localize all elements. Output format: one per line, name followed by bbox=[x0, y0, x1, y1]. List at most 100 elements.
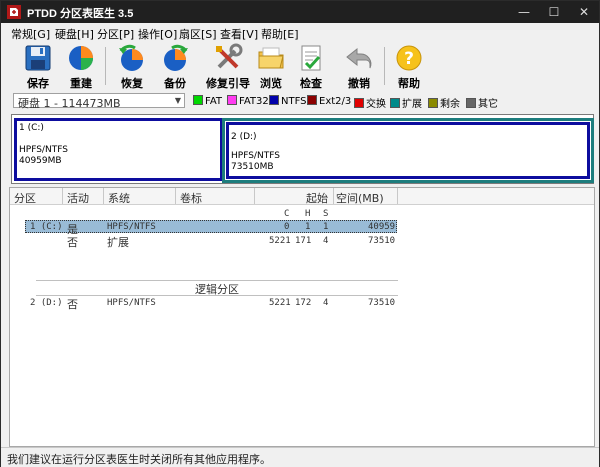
table-row[interactable] bbox=[25, 296, 397, 309]
row-c: 5221 bbox=[269, 236, 291, 246]
menu-disk[interactable]: 硬盘[H] bbox=[55, 26, 94, 42]
menu-partition[interactable]: 分区[P] bbox=[97, 26, 134, 42]
subheader-s: S bbox=[323, 209, 329, 219]
disk-select-value: 硬盘 1 - 114473MB bbox=[18, 97, 121, 110]
legend-extended: 扩展 bbox=[390, 95, 422, 110]
partition-table: 分区 活动 系统 卷标 起始 空间(MB) C H S 1 (C:) 是 HPF… bbox=[9, 187, 595, 447]
row-s: 4 bbox=[323, 236, 329, 246]
toolbar: 保存 重建 恢复 备份 修复引导 浏览 检查 撤销 ? 帮助 bbox=[1, 41, 599, 91]
logical-partition-header: 逻辑分区 bbox=[36, 280, 398, 296]
table-header: 分区 活动 系统 卷标 起始 空间(MB) bbox=[10, 188, 594, 205]
menu-sector[interactable]: 扇区[S] bbox=[179, 26, 217, 42]
menu-help[interactable]: 帮助[E] bbox=[261, 26, 299, 42]
legend-other: 其它 bbox=[466, 95, 498, 110]
row-space: 73510 bbox=[368, 236, 396, 246]
menu-operation[interactable]: 操作[O] bbox=[138, 26, 177, 42]
svg-text:?: ? bbox=[404, 49, 414, 69]
check-doc-icon bbox=[301, 45, 321, 71]
row-partition: 2 (D:) bbox=[30, 298, 63, 308]
partition-title: 2 (D:) bbox=[231, 132, 257, 142]
dropdown-arrow-icon[interactable]: ▼ bbox=[172, 94, 184, 107]
partition-size: 73510MB bbox=[231, 162, 274, 172]
help-label: 帮助 bbox=[398, 77, 420, 90]
row-active: 否 bbox=[67, 236, 78, 249]
row-h: 1 bbox=[305, 222, 311, 232]
row-s: 1 bbox=[323, 222, 329, 232]
legend-swatch bbox=[390, 98, 400, 108]
legend-swatch bbox=[428, 98, 438, 108]
col-system[interactable]: 系统 bbox=[108, 190, 130, 206]
legend-swatch bbox=[354, 98, 364, 108]
floppy-icon bbox=[25, 45, 51, 71]
row-h: 171 bbox=[295, 236, 312, 246]
folder-icon bbox=[258, 47, 284, 69]
row-c: 5221 bbox=[269, 298, 291, 308]
partition-block-c[interactable]: 1 (C:) HPFS/NTFS 40959MB bbox=[14, 118, 223, 181]
backup-label: 备份 bbox=[164, 77, 186, 90]
subheader-c: C bbox=[284, 209, 290, 219]
check-button[interactable]: 检查 bbox=[287, 43, 335, 90]
help-icon: ? bbox=[396, 45, 422, 71]
row-space: 40959 bbox=[368, 222, 396, 232]
minimize-button[interactable]: — bbox=[509, 1, 539, 23]
legend-swatch bbox=[307, 95, 317, 105]
column-divider[interactable] bbox=[333, 188, 334, 204]
column-divider[interactable] bbox=[175, 188, 176, 204]
column-divider[interactable] bbox=[103, 188, 104, 204]
legend-swatch bbox=[193, 95, 203, 105]
row-s: 4 bbox=[323, 298, 329, 308]
window-title: PTDD 分区表医生 3.5 bbox=[27, 8, 134, 20]
disk-bar: 硬盘 1 - 114473MB ▼ FAT FAT32 NTFS Ext2/3 … bbox=[1, 91, 599, 111]
partition-fs: HPFS/NTFS bbox=[231, 151, 280, 161]
menu-bar: 常规[G] 硬盘[H] 分区[P] 操作[O] 扇区[S] 查看[V] 帮助[E… bbox=[1, 23, 599, 41]
legend-fat32: FAT32 bbox=[227, 95, 269, 107]
table-row-selected[interactable] bbox=[25, 220, 397, 233]
row-h: 172 bbox=[295, 298, 312, 308]
col-active[interactable]: 活动 bbox=[67, 190, 89, 206]
column-divider[interactable] bbox=[397, 188, 398, 204]
row-system: HPFS/NTFS bbox=[107, 298, 156, 308]
menu-view[interactable]: 查看[V] bbox=[220, 26, 258, 42]
app-window: PTDD 分区表医生 3.5 — ☐ ✕ 常规[G] 硬盘[H] 分区[P] 操… bbox=[0, 0, 600, 467]
row-space: 73510 bbox=[368, 298, 396, 308]
disk-map: 1 (C:) HPFS/NTFS 40959MB 2 (D:) HPFS/NTF… bbox=[11, 114, 594, 184]
legend-swatch bbox=[466, 98, 476, 108]
subheader-h: H bbox=[305, 209, 311, 219]
partition-fs: HPFS/NTFS bbox=[19, 145, 68, 155]
legend-ext: Ext2/3 bbox=[307, 95, 351, 107]
app-icon bbox=[7, 5, 21, 19]
legend-swatch bbox=[269, 95, 279, 105]
status-bar: 我们建议在运行分区表医生时关闭所有其他应用程序。 bbox=[1, 447, 599, 467]
status-text: 我们建议在运行分区表医生时关闭所有其他应用程序。 bbox=[7, 453, 271, 466]
legend-free: 剩余 bbox=[428, 95, 460, 110]
row-system: HPFS/NTFS bbox=[107, 222, 156, 232]
maximize-button[interactable]: ☐ bbox=[539, 1, 569, 23]
legend-swatch bbox=[227, 95, 237, 105]
undo-button[interactable]: 撤销 bbox=[335, 43, 383, 90]
col-label[interactable]: 卷标 bbox=[180, 190, 202, 206]
row-system: 扩展 bbox=[107, 236, 129, 249]
column-divider[interactable] bbox=[62, 188, 63, 204]
col-start[interactable]: 起始 bbox=[306, 190, 328, 206]
col-partition[interactable]: 分区 bbox=[14, 190, 36, 206]
extended-partition-block[interactable]: 2 (D:) HPFS/NTFS 73510MB bbox=[222, 118, 594, 183]
help-button[interactable]: ? 帮助 bbox=[385, 43, 433, 90]
backup-button[interactable]: 备份 bbox=[151, 43, 199, 90]
logical-partition-title: 逻辑分区 bbox=[195, 283, 239, 296]
partition-title: 1 (C:) bbox=[19, 123, 44, 133]
close-button[interactable]: ✕ bbox=[569, 1, 599, 23]
title-bar[interactable]: PTDD 分区表医生 3.5 — ☐ ✕ bbox=[1, 1, 599, 23]
menu-general[interactable]: 常规[G] bbox=[11, 26, 50, 42]
rebuild-button[interactable]: 重建 bbox=[57, 43, 105, 90]
tools-icon bbox=[216, 43, 243, 69]
column-divider[interactable] bbox=[254, 188, 255, 204]
legend-swap: 交换 bbox=[354, 95, 386, 110]
backup-icon bbox=[164, 44, 188, 71]
row-active: 否 bbox=[67, 298, 78, 311]
legend-ntfs: NTFS bbox=[269, 95, 307, 107]
col-space[interactable]: 空间(MB) bbox=[336, 190, 384, 206]
partition-block-d[interactable]: 2 (D:) HPFS/NTFS 73510MB bbox=[226, 122, 590, 179]
disk-select[interactable]: 硬盘 1 - 114473MB ▼ bbox=[13, 93, 185, 110]
pie-rebuild-icon bbox=[69, 46, 93, 70]
restore-icon bbox=[119, 44, 143, 71]
